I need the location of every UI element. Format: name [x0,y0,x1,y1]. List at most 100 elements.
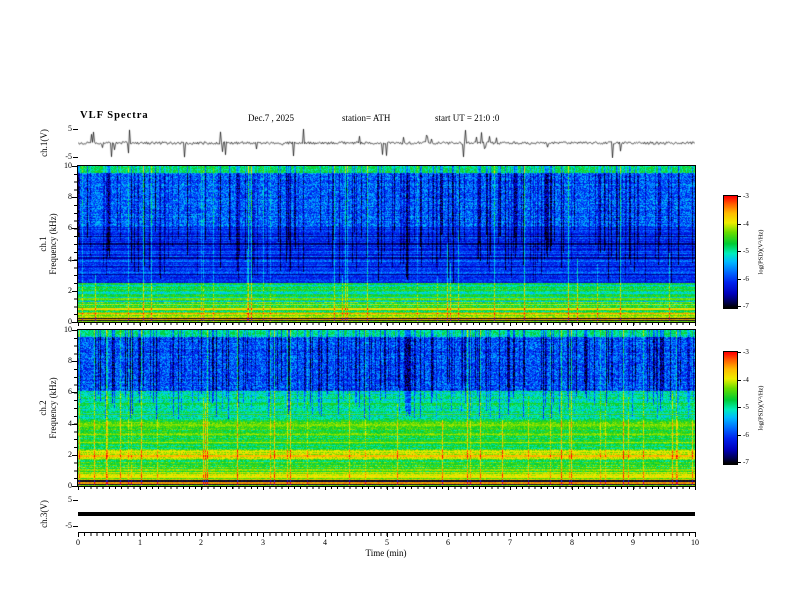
header-station: station= ATH [342,113,391,123]
colorbar-tick [738,196,741,197]
x-major-tick [572,487,573,490]
ch1-voltage-axis-label: ch.1(V) [39,129,49,157]
x-tick-label: 1 [138,538,142,547]
ch3-ytick-bottom: -5 [65,521,72,530]
colorbar-tick-label: -6 [743,275,749,283]
y-major-tick [72,330,77,331]
x-tick-label: 10 [691,538,699,547]
colorbar-tick-label: -3 [743,192,749,200]
colorbar-tick [738,407,741,408]
colorbar-tick [738,380,741,381]
x-major-tick [325,323,326,326]
x-major-tick [510,323,511,326]
x-tick-label: 9 [631,538,635,547]
x-major-tick [140,532,141,537]
x-major-tick [448,487,449,490]
x-major-tick [387,323,388,326]
y-major-tick [72,424,77,425]
y-minor-ticks [74,166,77,322]
colorbar-ch1-label: log(PSD)(V²/Hz) [757,229,765,275]
y-major-tick [72,291,77,292]
y-major-tick [72,361,77,362]
colorbar-tick-label: -5 [743,403,749,411]
ch3-y-tick [73,500,78,501]
x-tick-label: 4 [323,538,327,547]
y-tick-label: 8 [68,356,72,365]
y-tick-label: 4 [68,419,72,428]
x-major-tick [510,532,511,537]
y-tick-label: 6 [68,387,72,396]
y-major-tick [72,166,77,167]
ch3-voltage-axis-label: ch.3(V) [39,500,49,528]
colorbar-tick [738,224,741,225]
ch1-waveform-plot [78,128,695,158]
colorbar-tick-label: -3 [743,348,749,356]
x-tick-label: 7 [508,538,512,547]
ch2-label-channel: ch.2 [38,400,48,416]
x-major-tick [263,532,264,537]
ch3-signal-trace [78,512,695,516]
x-tick-label: 8 [570,538,574,547]
x-major-tick [201,532,202,537]
x-major-tick [325,487,326,490]
x-major-tick [448,532,449,537]
y-tick-label: 10 [64,325,72,334]
y-major-tick [72,322,77,323]
colorbar-tick-label: -5 [743,247,749,255]
vlf-spectra-figure: VLF Spectra Dec.7 , 2025 station= ATH st… [0,0,792,612]
x-major-tick [695,532,696,537]
colorbar-ch2-label: log(PSD)(V²/Hz) [757,385,765,431]
colorbar-tick [738,435,741,436]
x-major-tick [78,487,79,490]
x-major-tick [633,487,634,490]
x-tick-label: 2 [199,538,203,547]
ch2-spectrogram [77,329,696,487]
y-tick-label: 2 [68,286,72,295]
colorbar-ch1 [723,195,738,309]
x-major-tick [633,323,634,326]
y-tick-label: 0 [68,481,72,490]
page-title: VLF Spectra [80,110,149,121]
x-major-tick [695,487,696,490]
colorbar-tick-label: -4 [743,376,749,384]
x-major-tick [325,532,326,537]
colorbar-tick [738,279,741,280]
y-major-tick [72,228,77,229]
y-tick-label: 2 [68,450,72,459]
y-tick-label: 4 [68,255,72,264]
x-major-tick [263,487,264,490]
x-major-tick [387,532,388,537]
time-axis-label: Time (min) [365,548,407,558]
y-major-tick [72,486,77,487]
colorbar-ch2 [723,351,738,465]
x-tick-label: 5 [385,538,389,547]
x-major-tick [78,323,79,326]
header-date: Dec.7 , 2025 [248,113,294,123]
colorbar-tick [738,251,741,252]
header-start-ut: start UT = 21:0 :0 [435,113,500,123]
x-major-tick [201,323,202,326]
y-major-tick [72,197,77,198]
ch1-ytick-bottom: -5 [65,152,72,161]
ch1-label-channel: ch.1 [38,236,48,252]
y-tick-label: 8 [68,192,72,201]
wave-y-tick [73,129,78,130]
x-major-tick [510,487,511,490]
colorbar-tick-label: -4 [743,220,749,228]
x-tick-label: 0 [76,538,80,547]
y-major-tick [72,260,77,261]
x-tick-label: 6 [446,538,450,547]
x-major-tick [140,323,141,326]
x-major-tick [387,487,388,490]
wave-y-tick [73,157,78,158]
x-major-tick [140,487,141,490]
y-major-tick [72,392,77,393]
y-minor-ticks [74,330,77,486]
y-tick-label: 10 [64,161,72,170]
x-major-tick [201,487,202,490]
colorbar-tick-label: -7 [743,458,749,466]
colorbar-tick-label: -7 [743,302,749,310]
y-major-tick [72,455,77,456]
ch3-ytick-top: 5 [68,495,72,504]
x-major-tick [572,323,573,326]
